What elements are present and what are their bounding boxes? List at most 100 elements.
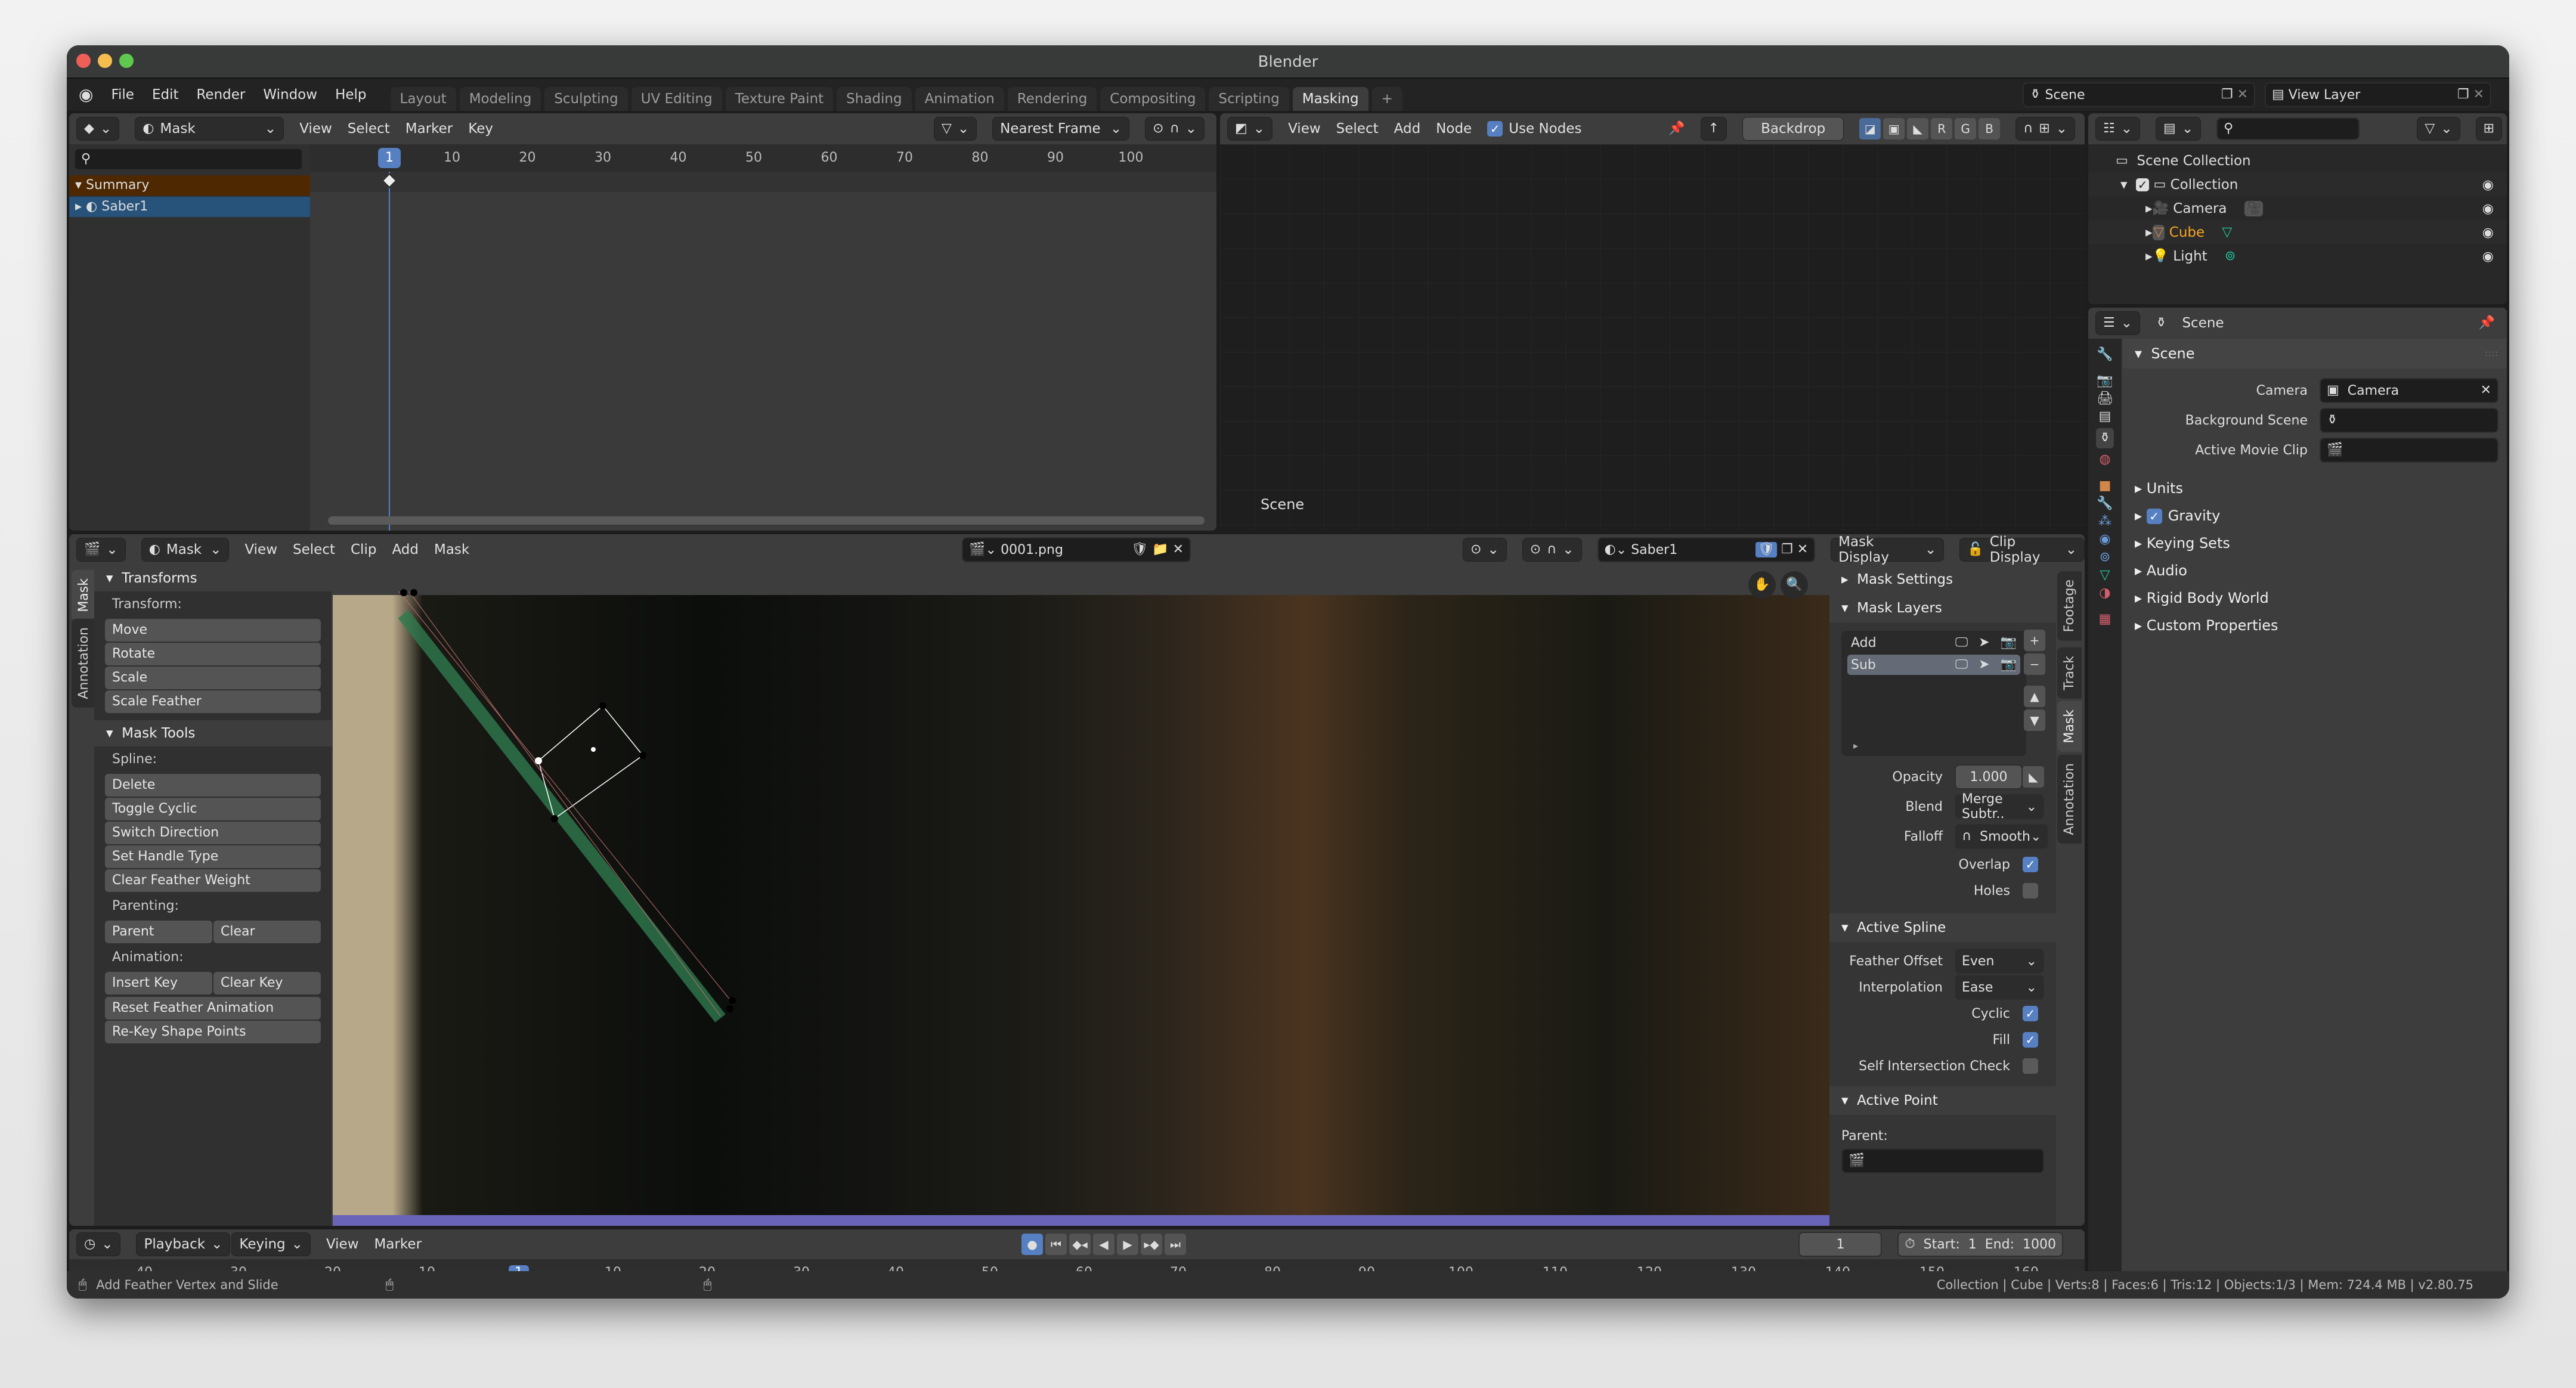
new-collection-button[interactable]: ⊞ <box>2475 117 2502 141</box>
insert-key-button[interactable]: Insert Key <box>105 972 212 994</box>
channel-r-button[interactable]: R <box>1931 118 1953 140</box>
compositor-menu-add[interactable]: Add <box>1394 121 1421 137</box>
channel-saber1[interactable]: ▸ ◐ Saber1 <box>69 197 310 217</box>
right-tab-footage[interactable]: Footage <box>2057 571 2082 641</box>
eye-icon[interactable]: ◉ <box>2482 225 2494 240</box>
pan-hand-icon[interactable]: ✋ <box>1748 571 1776 599</box>
outliner-filter-button[interactable]: ▽ ⌄ <box>2417 117 2460 141</box>
compositor-menu-select[interactable]: Select <box>1336 121 1379 137</box>
transforms-header[interactable]: ▾ Transforms <box>94 565 332 591</box>
mask-layers-list[interactable]: Add 🖵 ➤ 📷 Sub 🖵 ➤ 📷 ▸ <box>1841 631 2026 756</box>
parent-button[interactable]: Parent <box>105 921 212 943</box>
tree-light[interactable]: ▸ 💡 Light ⊚ ◉ <box>2088 244 2507 268</box>
unlink-icon[interactable]: ✕ <box>1797 543 1808 556</box>
transform-move-button[interactable]: Move <box>105 619 321 642</box>
pin-icon[interactable]: 📌 <box>1668 122 1685 135</box>
render-tab-icon[interactable]: 📷 <box>2097 374 2113 388</box>
channel-b-button[interactable]: B <box>1979 118 2001 140</box>
tool-tab-icon[interactable]: 🔧 <box>2097 348 2113 361</box>
prop-holes[interactable]: Holes <box>1829 878 2044 904</box>
physics-tab-icon[interactable]: ◉ <box>2099 533 2110 546</box>
frame-range[interactable]: ⏱ Start: 1 End: 1000 <box>1897 1232 2063 1257</box>
tree-scene-collection[interactable]: ▭ Scene Collection <box>2088 149 2507 173</box>
move-layer-down-button[interactable]: ▼ <box>2024 710 2045 731</box>
spline-clear-feather-weight-button[interactable]: Clear Feather Weight <box>105 869 321 892</box>
menu-edit[interactable]: Edit <box>152 87 179 103</box>
clip-display-dropdown[interactable]: 🔓 Clip Display ⌄ <box>1959 534 2085 565</box>
active-point-header[interactable]: ▾ Active Point <box>1829 1086 2056 1115</box>
menu-file[interactable]: File <box>111 87 134 103</box>
clear-icon[interactable]: ✕ <box>2481 384 2491 397</box>
delete-view-layer-icon[interactable]: ✕ <box>2473 88 2484 101</box>
delete-scene-icon[interactable]: ✕ <box>2237 88 2248 101</box>
active-spline-header[interactable]: ▾ Active Spline <box>1829 913 2056 942</box>
mask-layer-row-selected[interactable]: Sub 🖵 ➤ 📷 <box>1847 655 2020 675</box>
world-tab-icon[interactable]: ◍ <box>2099 453 2110 466</box>
clip-menu-add[interactable]: Add <box>392 542 419 557</box>
backdrop-toggle[interactable]: Backdrop <box>1742 117 1844 141</box>
panel-units-header[interactable]: ▸ Units <box>2123 475 2507 502</box>
mesh-data-icon[interactable]: ▽ <box>2222 226 2232 239</box>
panel-scene-header[interactable]: ▾ Scene:::: <box>2123 339 2507 368</box>
prop-self-intersection[interactable]: Self Intersection Check <box>1829 1053 2044 1079</box>
editor-type-button[interactable]: ◆ ⌄ <box>76 117 120 141</box>
proportional-edit-button[interactable]: ⊙ ∩ ⌄ <box>1145 117 1205 141</box>
spline-switch-direction-button[interactable]: Switch Direction <box>105 822 321 844</box>
mask-layer-row[interactable]: Add 🖵 ➤ 📷 <box>1841 631 2026 655</box>
list-options-icon[interactable]: ▸ <box>1853 740 1858 751</box>
timeline-menu-view[interactable]: View <box>326 1237 359 1252</box>
mask-point[interactable] <box>729 997 736 1004</box>
render-camera-icon[interactable]: 📷 <box>2001 636 2017 649</box>
clip-menu-select[interactable]: Select <box>293 542 335 557</box>
collection-visibility-checkbox[interactable]: ✓ <box>2136 178 2150 192</box>
backdrop-alpha-button[interactable]: ◣ <box>1907 118 1929 140</box>
view-layer-tab-icon[interactable]: ▤ <box>2099 410 2111 423</box>
data-tab-icon[interactable]: ▽ <box>2100 569 2110 582</box>
compositor-menu-view[interactable]: View <box>1288 121 1321 137</box>
workspace-tab-texture-paint[interactable]: Texture Paint <box>725 87 834 111</box>
add-layer-button[interactable]: + <box>2024 630 2045 651</box>
camera-field[interactable]: ▣ Camera ✕ <box>2320 378 2498 403</box>
workspace-tab-rendering[interactable]: Rendering <box>1007 87 1097 111</box>
monitor-icon[interactable]: 🖵 <box>1955 636 1968 649</box>
proportional-edit-button[interactable]: ⊙ ∩ ⌄ <box>1522 538 1582 562</box>
scene-selector[interactable]: ⚱ Scene ❐ ✕ <box>2023 82 2255 107</box>
blend-dropdown[interactable]: Merge Subtr.. ⌄ <box>1955 792 2044 822</box>
eye-icon[interactable]: ◉ <box>2482 178 2494 193</box>
keying-dropdown[interactable]: Keying ⌄ <box>231 1232 311 1256</box>
texture-tab-icon[interactable]: ▦ <box>2099 613 2111 626</box>
menu-render[interactable]: Render <box>196 87 245 103</box>
right-tab-track[interactable]: Track <box>2057 647 2082 699</box>
clip-mode-dropdown[interactable]: ◐ Mask ⌄ <box>141 538 230 562</box>
object-tab-icon[interactable]: ■ <box>2099 479 2111 492</box>
anim-reset-feather-animation-button[interactable]: Reset Feather Animation <box>105 997 321 1020</box>
tree-camera[interactable]: ▸ 🎥 Camera 🎥 ◉ <box>2088 197 2507 221</box>
zoom-icon[interactable]: 🔍 <box>1781 571 1808 599</box>
render-camera-icon[interactable]: 📷 <box>2001 658 2017 671</box>
play-reverse-button[interactable]: ◀ <box>1093 1234 1115 1255</box>
background-scene-field[interactable]: ⚱ <box>2320 408 2498 433</box>
pivot-button[interactable]: ⊙ ⌄ <box>1463 538 1507 562</box>
mask-point[interactable] <box>410 589 417 596</box>
active-movie-clip-field[interactable]: 🎬 <box>2320 438 2498 463</box>
editor-type-button[interactable]: ◩ ⌄ <box>1227 117 1273 141</box>
scene-tab-icon[interactable]: ⚱ <box>2095 428 2114 448</box>
fake-user-icon[interactable]: 🛡 <box>1131 543 1148 556</box>
falloff-dropdown[interactable]: ∩ Smooth ⌄ <box>1955 824 2049 849</box>
new-scene-icon[interactable]: ❐ <box>2221 88 2233 101</box>
mask-layers-header[interactable]: ▾ Mask Layers <box>1829 594 2056 622</box>
panel-rigid-body-world-header[interactable]: ▸ Rigid Body World <box>2123 584 2507 612</box>
menu-window[interactable]: Window <box>263 87 317 103</box>
editor-type-button[interactable]: 🎬 ⌄ <box>76 538 126 562</box>
mask-point[interactable] <box>400 589 407 596</box>
right-tab-annotation[interactable]: Annotation <box>2057 755 2082 844</box>
fill-checkbox[interactable]: ✓ <box>2023 1032 2038 1048</box>
add-workspace-button[interactable]: + <box>1371 87 1402 111</box>
dopesheet-mode-dropdown[interactable]: ◐ Mask ⌄ <box>135 117 284 141</box>
workspace-tab-sculpting[interactable]: Sculpting <box>544 87 628 111</box>
workspace-tab-scripting[interactable]: Scripting <box>1209 87 1289 111</box>
jump-end-button[interactable]: ⏭ <box>1165 1234 1187 1255</box>
transform-scale-button[interactable]: Scale <box>105 667 321 689</box>
minimize-window-button[interactable] <box>98 54 112 68</box>
anim-re-key-shape-points-button[interactable]: Re-Key Shape Points <box>105 1021 321 1043</box>
